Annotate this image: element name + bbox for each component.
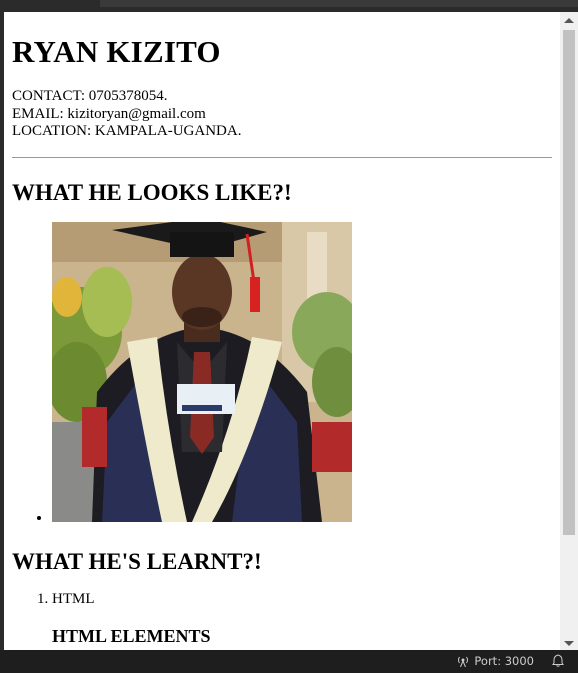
bell-icon [552,654,564,667]
broadcast-icon [458,656,469,667]
port-label: Port: 3000 [474,654,534,668]
scroll-down-icon[interactable] [564,641,574,646]
graduation-photo-image [52,221,352,522]
skills-list: HTML [12,591,552,608]
scroll-up-icon[interactable] [564,18,574,23]
photo-list-item [52,221,552,527]
contact-email: EMAIL: kizitoryan@gmail.com [12,105,206,122]
skills-list-item: HTML [52,591,552,608]
window-top-bar [0,0,578,12]
html-elements-heading: HTML ELEMENTS [52,625,211,646]
contact-location: LOCATION: KAMPALA-UGANDA. [12,123,242,139]
tab-strip [100,0,578,7]
page-title: RYAN KIZITO [12,34,221,69]
divider [12,156,552,158]
page-content: RYAN KIZITO CONTACT: 0705378054. EMAIL: … [12,12,552,647]
learnt-heading: WHAT HE'S LEARNT?! [12,548,262,574]
photo-list [12,221,552,527]
graduation-photo [52,221,352,522]
notifications-button[interactable] [552,654,564,670]
status-bar: Port: 3000 [0,650,578,673]
preview-viewport: RYAN KIZITO CONTACT: 0705378054. EMAIL: … [4,12,560,650]
contact-block: CONTACT: 0705378054. EMAIL: kizitoryan@g… [12,88,552,141]
looks-heading: WHAT HE LOOKS LIKE?! [12,179,292,205]
contact-phone: CONTACT: 0705378054. [12,88,168,104]
scrollbar-thumb[interactable] [563,30,575,535]
vertical-scrollbar[interactable] [560,12,578,650]
port-indicator[interactable]: Port: 3000 [456,654,534,668]
